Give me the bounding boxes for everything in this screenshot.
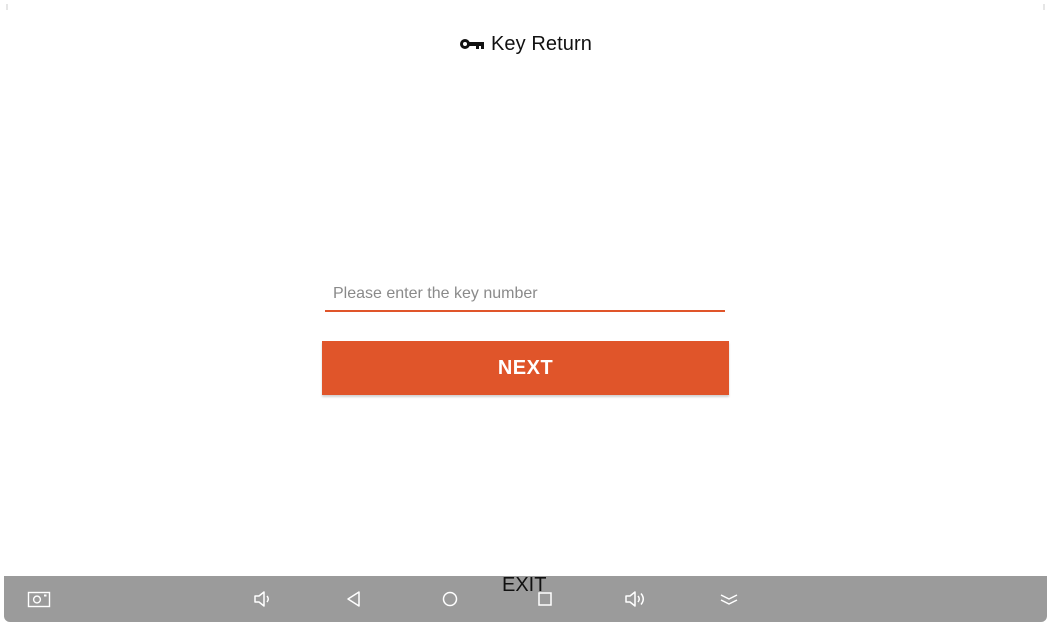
corner-mark-left — [6, 4, 8, 10]
key-icon — [459, 37, 485, 51]
screenshot-button[interactable] — [24, 584, 54, 614]
page-title: Key Return — [490, 32, 593, 55]
screenshot-icon — [27, 589, 51, 609]
collapse-icon — [718, 589, 740, 609]
home-button[interactable] — [435, 584, 465, 614]
back-button[interactable] — [339, 584, 369, 614]
app-screen: Key Return NEXT — [0, 0, 1051, 622]
corner-mark-right — [1043, 4, 1045, 10]
page-header: Key Return — [0, 30, 1051, 58]
volume-down-icon — [252, 589, 274, 609]
home-icon — [440, 589, 460, 609]
volume-up-button[interactable] — [621, 584, 651, 614]
key-number-input[interactable] — [325, 276, 725, 310]
key-number-field — [325, 276, 725, 312]
next-button[interactable]: NEXT — [322, 341, 729, 395]
exit-button[interactable]: EXIT — [502, 574, 546, 597]
volume-down-button[interactable] — [248, 584, 278, 614]
collapse-bar-button[interactable] — [714, 584, 744, 614]
volume-up-icon — [623, 589, 649, 609]
back-icon — [344, 589, 364, 609]
